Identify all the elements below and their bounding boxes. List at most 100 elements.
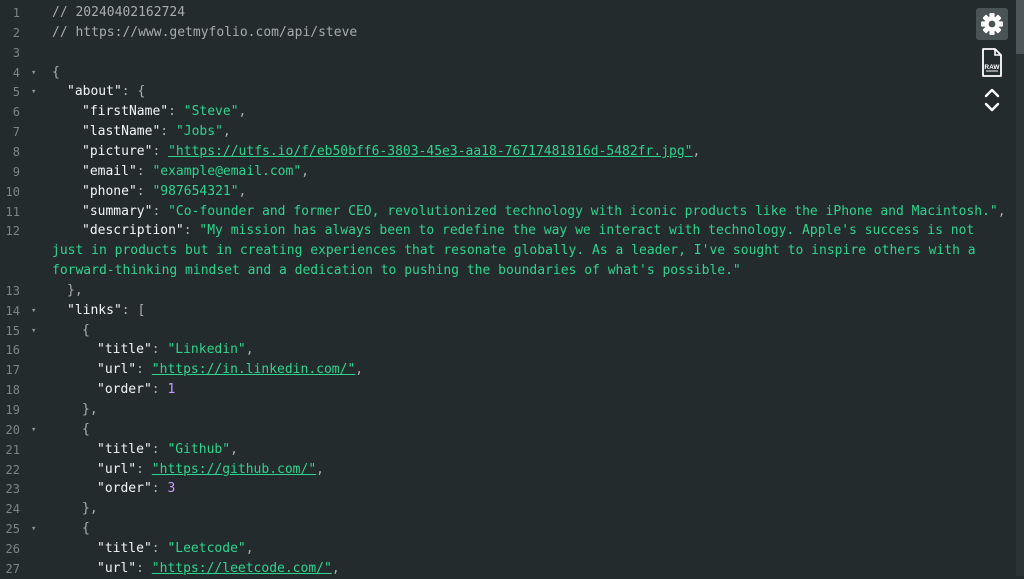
json-punctuation: {	[52, 64, 60, 80]
json-string: "Leetcode"	[167, 540, 246, 556]
json-key: "url"	[97, 560, 137, 576]
raw-label: RAW	[984, 64, 1000, 71]
json-key: "about"	[67, 84, 122, 100]
line-number: 16	[5, 343, 20, 358]
json-key: "order"	[97, 382, 152, 398]
code-text: // https://www.getmyfolio.com/api/steve	[52, 23, 357, 43]
json-key: "title"	[97, 342, 152, 358]
json-punctuation: :	[183, 223, 200, 239]
json-string: "My mission has always been to redefine …	[199, 223, 975, 239]
code-text: },	[67, 281, 83, 301]
json-punctuation: : [	[121, 302, 146, 318]
line-number: 3	[12, 45, 20, 60]
json-key: "lastName"	[82, 124, 161, 140]
line-number: 5	[12, 85, 20, 100]
code-text: "order": 3	[97, 479, 175, 499]
scrollbar-thumb[interactable]	[1016, 0, 1024, 54]
code-text: {	[52, 63, 60, 83]
line-number: 11	[5, 204, 20, 219]
json-url-link[interactable]: "https://utfs.io/f/eb50bff6-3803-45e3-aa…	[168, 144, 692, 159]
json-punctuation: ,	[230, 441, 238, 457]
line-number: 19	[5, 403, 20, 417]
json-punctuation: ,	[997, 203, 1006, 219]
json-punctuation: :	[151, 342, 168, 358]
json-key: "summary"	[82, 203, 153, 219]
json-string: just in products but in creating experie…	[52, 243, 976, 259]
json-punctuation: ,	[355, 362, 364, 378]
code-text: "email": "example@email.com",	[82, 162, 309, 182]
fold-toggle-icon[interactable]: ▾	[31, 321, 36, 341]
json-viewer: 1 // 20240402162724 2 // https://www.getmyf…	[0, 0, 1024, 576]
json-key: "title"	[97, 540, 152, 556]
json-string: "example@email.com"	[152, 163, 302, 179]
line-number: 25	[5, 522, 20, 537]
json-punctuation: },	[67, 282, 83, 298]
line-number: 24	[5, 502, 20, 517]
code-text: forward-thinking mindset and a dedicatio…	[52, 261, 741, 281]
line-number: 20	[5, 422, 20, 437]
json-string: "Steve"	[183, 104, 239, 120]
json-punctuation: ,	[245, 342, 254, 358]
code-text: {	[82, 519, 90, 539]
expand-collapse-button[interactable]	[981, 86, 1003, 114]
json-url-link[interactable]: "https://github.com/"	[152, 462, 316, 477]
json-punctuation: :	[136, 183, 153, 199]
line-number: 13	[5, 283, 20, 298]
json-punctuation: :	[151, 540, 168, 556]
json-key: "order"	[97, 481, 152, 497]
gear-icon	[981, 13, 1003, 35]
json-string: "987654321"	[152, 183, 239, 199]
json-punctuation: :	[160, 124, 176, 140]
line-number: 17	[5, 363, 20, 378]
fold-toggle-icon[interactable]: ▾	[31, 63, 36, 83]
json-key: "picture"	[82, 143, 153, 159]
json-punctuation: ,	[331, 560, 340, 576]
code-text: "about": {	[67, 82, 145, 102]
line-number: 7	[12, 125, 20, 140]
line-number: 15	[5, 323, 20, 338]
json-key: "title"	[97, 441, 152, 457]
code-text: // 20240402162724	[52, 3, 185, 23]
json-punctuation: :	[168, 104, 184, 120]
json-punctuation: ,	[238, 104, 247, 120]
code-text: "title": "Github",	[97, 440, 238, 460]
settings-button[interactable]	[976, 8, 1008, 40]
code-text: {	[82, 321, 90, 341]
json-punctuation: ,	[245, 540, 254, 556]
code-text: "firstName": "Steve",	[82, 102, 246, 122]
line-number: 6	[12, 105, 20, 120]
code-text: "title": "Linkedin",	[97, 340, 254, 360]
fold-toggle-icon[interactable]: ▾	[31, 82, 36, 102]
code-text: "lastName": "Jobs",	[82, 122, 231, 142]
json-punctuation: ,	[316, 461, 324, 477]
fold-toggle-icon[interactable]: ▾	[31, 519, 36, 539]
code-text: "phone": "987654321",	[82, 182, 246, 202]
json-url-link[interactable]: "https://in.linkedin.com/"	[152, 362, 356, 377]
line-number: 14	[5, 303, 20, 318]
json-punctuation: {	[82, 322, 90, 338]
expand-collapse-chevrons-icon	[984, 88, 1000, 112]
json-punctuation: : {	[121, 84, 146, 100]
json-punctuation: :	[152, 143, 169, 159]
json-key: "firstName"	[82, 104, 169, 120]
line-number: 22	[5, 462, 20, 477]
json-punctuation: {	[82, 521, 90, 537]
json-punctuation: },	[82, 501, 98, 517]
json-punctuation: :	[136, 461, 152, 477]
json-punctuation: },	[82, 402, 98, 417]
json-key: "url"	[97, 362, 137, 378]
line-number: 9	[12, 164, 20, 179]
fold-toggle-icon[interactable]: ▾	[31, 301, 36, 321]
code-text: "description": "My mission has always be…	[82, 221, 974, 241]
json-punctuation: :	[136, 362, 152, 378]
json-string: "Github"	[167, 441, 231, 457]
json-key: "url"	[97, 461, 137, 477]
json-punctuation: ,	[222, 124, 231, 140]
raw-view-button[interactable]: RAW	[981, 48, 1003, 78]
json-punctuation: ,	[238, 183, 247, 199]
code-text: },	[82, 400, 98, 420]
line-number: 8	[12, 144, 20, 159]
vertical-scrollbar[interactable]	[1016, 0, 1024, 576]
json-url-link[interactable]: "https://leetcode.com/"	[152, 561, 332, 576]
fold-toggle-icon[interactable]: ▾	[31, 420, 36, 440]
